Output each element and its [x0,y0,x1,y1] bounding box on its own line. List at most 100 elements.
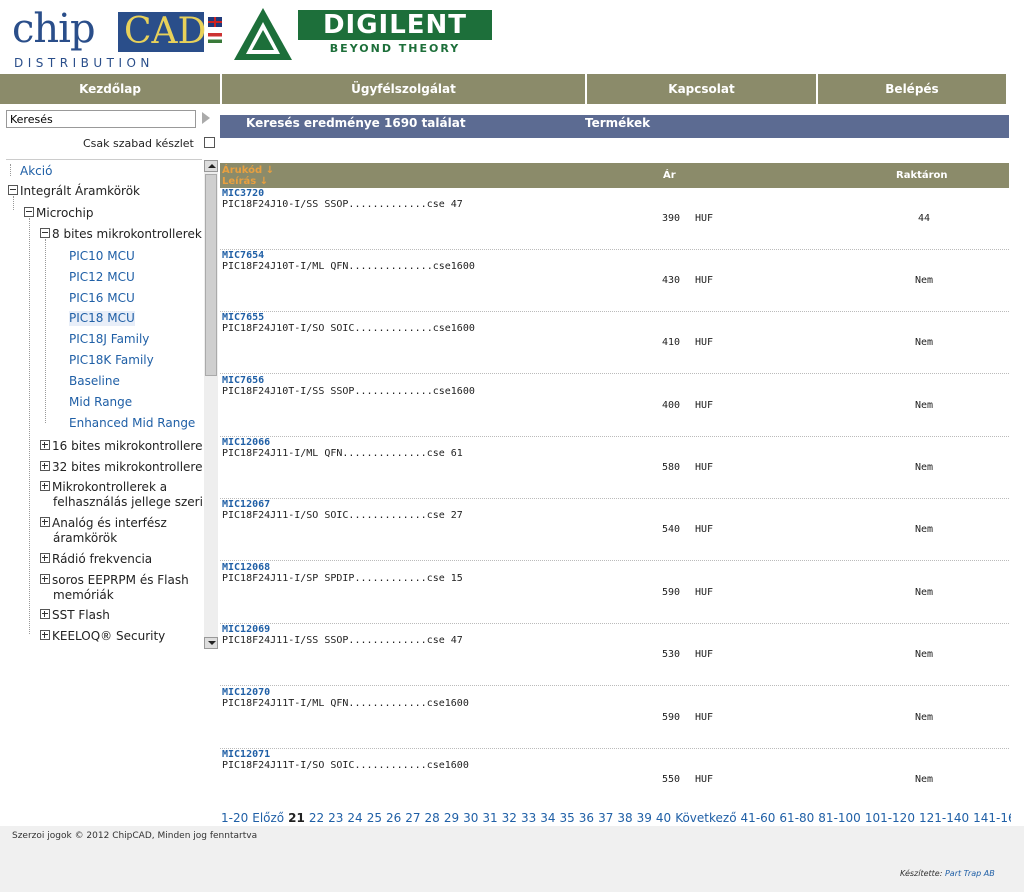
tree-item-midrange[interactable]: Mid Range [69,395,132,410]
expand-icon[interactable] [40,630,50,640]
english-flag-icon[interactable] [208,17,222,27]
product-code-link[interactable]: MIC12066 [222,437,270,448]
copyright-text: Szerzoi jogok © 2012 ChipCAD, Minden jog… [12,831,258,841]
tree-item-sst-flash[interactable]: SST Flash [40,608,110,623]
pagination-link[interactable]: 81-100 [818,811,861,825]
tree-item-32bit[interactable]: 32 bites mikrokontrollerek [40,460,202,475]
pagination-link[interactable]: 37 [598,811,613,825]
search-go-icon[interactable] [202,112,210,124]
pagination-link[interactable]: 121-140 [919,811,969,825]
product-code-link[interactable]: MIC12069 [222,624,270,635]
nav-home[interactable]: Kezdőlap [0,74,222,104]
pagination-link[interactable]: 61-80 [779,811,814,825]
pagination-link[interactable]: 38 [617,811,632,825]
pagination-link[interactable]: 34 [540,811,555,825]
pagination-link[interactable]: 22 [309,811,324,825]
pagination-link[interactable]: 40 [656,811,671,825]
pagination-link[interactable]: 24 [347,811,362,825]
tree-item-microchip[interactable]: Microchip [24,206,93,221]
expand-icon[interactable] [40,517,50,527]
tree-item-enhanced-midrange[interactable]: Enhanced Mid Range [69,416,195,431]
pagination-link[interactable]: 32 [502,811,517,825]
pagination-link[interactable]: Következő [675,811,736,825]
nav-login[interactable]: Belépés [818,74,1006,104]
tree-item-pic18k[interactable]: PIC18K Family [69,353,154,368]
digilent-logo[interactable]: DIGILENT BEYOND THEORY [232,6,494,62]
product-code-link[interactable]: MIC12068 [222,562,270,573]
tree-item-pic16[interactable]: PIC16 MCU [69,291,135,306]
nav-contact[interactable]: Kapcsolat [587,74,818,104]
tree-item-16bit[interactable]: 16 bites mikrokontrollerek [40,439,202,454]
pagination-link[interactable]: 39 [637,811,652,825]
hungarian-flag-icon[interactable] [208,33,222,43]
search-input[interactable] [6,110,196,128]
product-code-link[interactable]: MIC7654 [222,250,264,261]
expand-icon[interactable] [40,461,50,471]
tree-item-eeprom[interactable]: soros EEPRPM és Flash [40,573,189,588]
tree-item-pic10[interactable]: PIC10 MCU [69,249,135,264]
product-code-link[interactable]: MIC12071 [222,749,270,760]
results-header: Keresés eredménye 1690 találat Termékek [220,115,1009,138]
tree-item-8bit[interactable]: 8 bites mikrokontrollerek [40,227,202,242]
chipcad-logo[interactable]: chip CAD DISTRIBUTION [12,6,206,72]
product-code-link[interactable]: MIC12070 [222,687,270,698]
table-row: MIC12070 PIC18F24J11T-I/ML QFN..........… [220,686,1009,749]
tree-item-pic12[interactable]: PIC12 MCU [69,270,135,285]
tree-scrollbar[interactable] [204,160,218,649]
collapse-icon[interactable] [40,228,50,238]
pagination-link[interactable]: 141-160 [973,811,1011,825]
product-code-link[interactable]: MIC3720 [222,188,264,199]
expand-icon[interactable] [40,440,50,450]
collapse-icon[interactable] [8,185,18,195]
tree-item-analog[interactable]: Analóg és interfész [40,516,167,531]
pagination-link[interactable]: 31 [482,811,497,825]
product-code-link[interactable]: MIC7655 [222,312,264,323]
pagination-link[interactable]: 23 [328,811,343,825]
tree-item-rf[interactable]: Rádió frekvencia [40,552,152,567]
table-row: MIC12068 PIC18F24J11-I/SP SPDIP.........… [220,561,1009,624]
expand-icon[interactable] [40,609,50,619]
tree-item-integralt[interactable]: Integrált Áramkörök [8,184,140,199]
sort-arrow-icon[interactable]: ↓ [260,176,268,187]
tree-item-akcio[interactable]: Akció [20,164,52,179]
tree-item-by-application[interactable]: Mikrokontrollerek a [40,480,167,495]
column-desc[interactable]: Leírás [222,176,256,187]
credit: Készítette: Part Trap AB [900,869,995,878]
stock-only-checkbox[interactable] [204,137,215,148]
column-code-desc[interactable]: Árukód ↓ Leírás ↓ [222,165,274,187]
tree-item-keeloq[interactable]: KEELOQ® Security [40,629,165,644]
sort-arrow-icon[interactable]: ↓ [266,165,274,176]
pagination-link[interactable]: 28 [425,811,440,825]
product-code-link[interactable]: MIC12067 [222,499,270,510]
pagination-link[interactable]: 1-20 [221,811,248,825]
pagination-link[interactable]: 30 [463,811,478,825]
pagination-link[interactable]: 41-60 [741,811,776,825]
pagination-link[interactable]: 35 [560,811,575,825]
pagination-link[interactable]: 29 [444,811,459,825]
pagination-link[interactable]: 25 [367,811,382,825]
tree-item-pic18[interactable]: PIC18 MCU [69,311,135,326]
expand-icon[interactable] [40,481,50,491]
product-code-link[interactable]: MIC7656 [222,375,264,386]
column-code[interactable]: Árukód [222,165,262,176]
pagination-link[interactable]: 36 [579,811,594,825]
pagination-link[interactable]: Előző [252,811,284,825]
expand-icon[interactable] [40,553,50,563]
tree-item-pic18j[interactable]: PIC18J Family [69,332,149,347]
scroll-thumb[interactable] [205,174,217,376]
scroll-up-icon[interactable] [204,160,218,172]
nav-customer-service[interactable]: Ügyfélszolgálat [222,74,587,104]
expand-icon[interactable] [40,574,50,584]
credit-link[interactable]: Part Trap AB [945,869,995,878]
pagination-link[interactable]: 27 [405,811,420,825]
pagination: 1-20 Előző 21 22 23 24 25 26 27 28 29 30 31 32 33 34 35 3… [221,811,1011,827]
product-currency: HUF [695,774,714,785]
pagination-link[interactable]: 101-120 [865,811,915,825]
pagination-link[interactable]: 26 [386,811,401,825]
table-row: MIC7656 PIC18F24J10T-I/SS SSOP..........… [220,374,1009,437]
tree-item-baseline[interactable]: Baseline [69,374,120,389]
scroll-down-icon[interactable] [204,637,218,649]
pagination-link[interactable]: 33 [521,811,536,825]
collapse-icon[interactable] [24,207,34,217]
product-currency: HUF [695,337,714,348]
